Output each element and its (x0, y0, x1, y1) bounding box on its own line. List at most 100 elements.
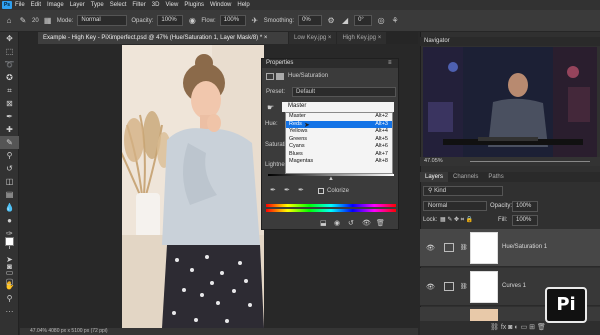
channel-select[interactable]: Master (282, 102, 394, 112)
link-layers-icon[interactable]: ⛓ (490, 324, 501, 331)
layer-mask-thumbnail[interactable] (470, 271, 498, 303)
visibility-icon[interactable]: 👁 (362, 219, 371, 227)
dropdown-item-greens[interactable]: Greens Alt+5 (286, 136, 392, 144)
targeted-adjustment-icon[interactable]: ☛ (267, 103, 274, 112)
menu-filter[interactable]: Filter (132, 2, 145, 8)
eyedropper-tool-icon[interactable]: ✒ (0, 110, 19, 123)
menu-3d[interactable]: 3D (152, 2, 160, 8)
tab-high-key-jpg[interactable]: High Key.jpg × (337, 32, 387, 44)
clip-to-layer-icon[interactable]: ⬓ (320, 219, 327, 227)
fill-field[interactable]: 100% (512, 215, 538, 226)
gradient-tool-icon[interactable]: ▤ (0, 188, 19, 201)
menu-image[interactable]: Image (47, 2, 64, 8)
preset-select[interactable]: Default (292, 87, 396, 97)
mode-select[interactable]: Normal (77, 15, 128, 26)
smoothing-settings-icon[interactable]: ⚙ (326, 16, 336, 26)
eyedropper-minus-icon[interactable]: ✒ (298, 186, 304, 194)
tab-low-key-jpg[interactable]: Low Key.jpg × (289, 32, 337, 44)
foreground-color-swatch[interactable] (5, 237, 14, 246)
layer-mask-thumbnail[interactable] (470, 232, 498, 264)
stamp-tool-icon[interactable]: ⚲ (0, 149, 19, 162)
view-previous-icon[interactable]: ◉ (334, 219, 340, 227)
tab-high-key-psd[interactable]: Example - High Key - PiXimperfect.psd @ … (38, 32, 288, 44)
menu-file[interactable]: File (15, 2, 25, 8)
layer-row-hue-saturation[interactable]: 👁 ⛓ Hue/Saturation 1 (420, 229, 600, 267)
angle-field[interactable]: 0° (354, 15, 373, 26)
canvas-photo[interactable] (122, 45, 264, 328)
symmetry-icon[interactable]: ⚘ (390, 16, 400, 26)
panel-menu-icon[interactable]: ≡ (388, 60, 392, 66)
pressure-opacity-icon[interactable]: ◉ (187, 16, 197, 26)
eyedropper-plus-icon[interactable]: ✒ (284, 186, 290, 194)
close-icon[interactable]: × (264, 35, 268, 41)
opacity-field[interactable]: 100% (157, 15, 184, 26)
move-tool-icon[interactable]: ✥ (0, 32, 19, 45)
crop-tool-icon[interactable]: ⌗ (0, 84, 19, 97)
visibility-eye-icon[interactable]: 👁 (426, 283, 435, 291)
menu-type[interactable]: Type (91, 2, 104, 8)
lightness-slider-handle[interactable]: ▲ (328, 176, 334, 182)
dropdown-item-cyans[interactable]: Cyans Alt+6 (286, 143, 392, 151)
mask-icon[interactable] (276, 73, 284, 80)
angle-icon[interactable]: ◢ (340, 16, 350, 26)
lasso-tool-icon[interactable]: ➰ (0, 58, 19, 71)
quick-mask-icon[interactable]: ◙ (0, 260, 19, 273)
dropdown-item-master[interactable]: Master Alt+2 (286, 113, 392, 121)
layer-opacity-field[interactable]: 100% (512, 201, 538, 212)
flow-field[interactable]: 100% (219, 15, 246, 26)
zoom-tool-icon[interactable]: ⚲ (0, 292, 19, 305)
dropdown-item-magentas[interactable]: Magentas Alt+8 (286, 158, 392, 166)
colorize-checkbox[interactable] (318, 188, 324, 194)
link-icon[interactable]: ⛓ (460, 244, 468, 251)
new-layer-icon[interactable]: ⊞ (529, 324, 537, 331)
navigator-preview[interactable] (423, 47, 597, 157)
brush-tool-icon[interactable]: ✎ (0, 136, 19, 149)
healing-tool-icon[interactable]: ✚ (0, 123, 19, 136)
lock-label: Lock: (423, 217, 438, 223)
eyedropper-icon[interactable]: ✒ (270, 186, 276, 194)
menu-layer[interactable]: Layer (70, 2, 85, 8)
menu-edit[interactable]: Edit (31, 2, 41, 8)
tab-paths[interactable]: Paths (483, 172, 508, 182)
screen-mode-icon[interactable]: ▢ (0, 275, 19, 288)
brush-size[interactable]: 20 (32, 18, 39, 24)
airbrush-icon[interactable]: ✈ (250, 16, 260, 26)
smoothing-field[interactable]: 0% (298, 15, 323, 26)
delete-icon[interactable]: 🗑 (376, 219, 385, 227)
visibility-eye-icon[interactable]: 👁 (426, 244, 435, 252)
close-icon[interactable]: × (328, 35, 332, 41)
quick-select-tool-icon[interactable]: ✪ (0, 71, 19, 84)
dropdown-item-yellows[interactable]: Yellows Alt+4 (286, 128, 392, 136)
history-brush-tool-icon[interactable]: ↺ (0, 162, 19, 175)
menu-help[interactable]: Help (237, 2, 249, 8)
dropdown-item-reds[interactable]: Reds Alt+3 (286, 120, 392, 128)
reset-icon[interactable]: ↺ (348, 219, 354, 227)
lock-icons[interactable]: ▦ ✎ ✥ ⌗ 🔒 (440, 216, 473, 224)
zoom-slider[interactable] (470, 161, 590, 162)
new-group-icon[interactable]: ▭ (521, 324, 530, 331)
navigator-zoom[interactable]: 47.05% (424, 158, 443, 164)
eraser-tool-icon[interactable]: ◫ (0, 175, 19, 188)
blend-mode-select[interactable]: Normal (423, 201, 487, 211)
menu-view[interactable]: View (165, 2, 178, 8)
brush-icon[interactable]: ✎ (18, 16, 28, 26)
link-icon[interactable]: ⛓ (460, 283, 468, 290)
frame-tool-icon[interactable]: ⊠ (0, 97, 19, 110)
menu-select[interactable]: Select (110, 2, 127, 8)
brush-settings-icon[interactable]: ▦ (43, 16, 53, 26)
tab-channels[interactable]: Channels (448, 172, 483, 182)
dropdown-item-blues[interactable]: Blues Alt+7 (286, 151, 392, 159)
photoshop-logo[interactable]: Ps (2, 1, 12, 9)
close-icon[interactable]: × (378, 35, 382, 41)
dodge-tool-icon[interactable]: ● (0, 214, 19, 227)
trash-icon[interactable]: 🗑 (537, 324, 546, 331)
pressure-size-icon[interactable]: ◎ (376, 16, 386, 26)
tab-layers[interactable]: Layers (420, 172, 449, 182)
marquee-tool-icon[interactable]: ⬚ (0, 45, 19, 58)
more-tools-icon[interactable]: ··· (0, 305, 19, 318)
home-icon[interactable]: ⌂ (4, 16, 14, 26)
layer-filter-select[interactable]: ⚲ Kind (423, 186, 503, 196)
menu-plugins[interactable]: Plugins (184, 2, 204, 8)
blur-tool-icon[interactable]: 💧 (0, 201, 19, 214)
menu-window[interactable]: Window (210, 2, 231, 8)
